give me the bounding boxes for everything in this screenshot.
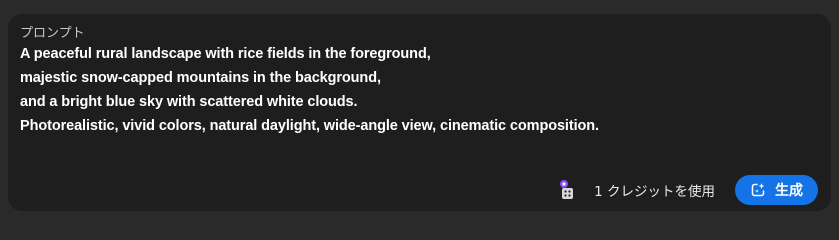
generate-button[interactable]: 生成	[735, 175, 818, 205]
prompt-line: A peaceful rural landscape with rice fie…	[20, 46, 431, 62]
generate-button-label: 生成	[775, 183, 803, 199]
prompt-line: and a bright blue sky with scattered whi…	[20, 94, 358, 110]
prompt-panel: プロンプト A peaceful rural landscape with ri…	[8, 14, 831, 211]
prompt-footer: 1 クレジットを使用 生成	[559, 175, 818, 205]
prompt-line: majestic snow-capped mountains in the ba…	[20, 70, 381, 86]
credit-dice-icon	[559, 179, 577, 201]
prompt-textarea[interactable]: A peaceful rural landscape with rice fie…	[20, 42, 810, 152]
prompt-label: プロンプト	[20, 26, 85, 41]
prompt-line: Photorealistic, vivid colors, natural da…	[20, 118, 599, 134]
credit-usage-text: 1 クレジットを使用	[594, 184, 715, 200]
sparkle-generate-icon	[750, 182, 766, 198]
